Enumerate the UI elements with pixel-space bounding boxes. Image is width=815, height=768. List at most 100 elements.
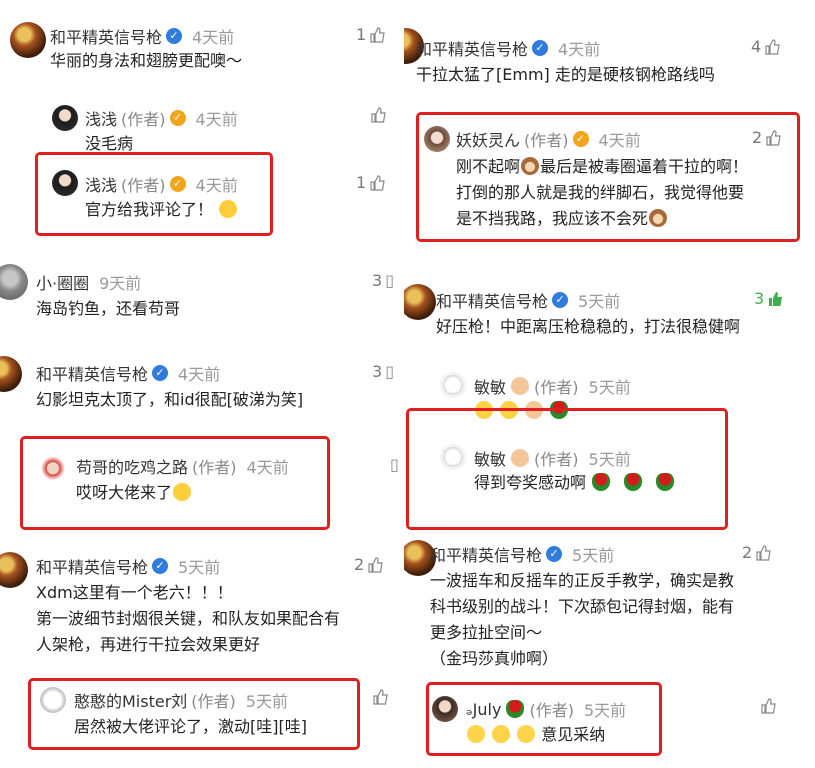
author-tag: (作者) <box>121 110 166 129</box>
reply-text: 官方给我评论了！ <box>85 200 214 219</box>
like-button[interactable]: 3 ▯ <box>372 271 394 290</box>
commenter-name[interactable]: 和平精英信号枪 <box>430 542 542 566</box>
reply-author-name[interactable]: 苟哥的吃鸡之路 <box>76 454 188 478</box>
thumb-up-icon: ▯ <box>385 362 394 381</box>
reply-text: 居然被大佬评论了，激动[哇][哇] <box>74 717 307 736</box>
avatar[interactable] <box>0 552 28 588</box>
like-button[interactable]: 1 <box>356 25 385 44</box>
commenter-name[interactable]: 和平精英信号枪 <box>436 288 548 312</box>
person-emoji-icon <box>511 449 530 467</box>
comment-panel-6: 和平精英信号枪 ✓ 5天前 2 一波摇车和反摇车的正反手教学，确实是教 科书级别… <box>404 536 815 768</box>
author-badge-icon: ✓ <box>169 176 186 192</box>
like-button[interactable]: ▯ <box>390 455 398 474</box>
timestamp: 5天前 <box>178 558 221 577</box>
like-count: 2 <box>354 555 365 574</box>
comment-text: 华丽的身法和翅膀更配噢～ <box>50 51 243 70</box>
reply-text-line: 刚不起啊 <box>456 157 521 176</box>
like-button[interactable]: 3 ▯ <box>372 362 394 381</box>
like-button[interactable]: 1 <box>356 173 385 192</box>
rose-emoji-icon <box>656 473 675 491</box>
author-tag: (作者) <box>529 701 574 720</box>
like-count: 1 <box>356 25 367 44</box>
commenter-name[interactable]: 和平精英信号枪 <box>50 24 162 48</box>
author-tag: (作者) <box>534 450 579 469</box>
reply-author-name[interactable]: 敏敏 <box>474 446 506 470</box>
like-count: 2 <box>752 128 763 147</box>
comment-panel-4: 和平精英信号枪 ✓ 5天前 3 好压枪！中距离压枪稳稳的，打法很稳健啊 敏敏 (… <box>404 270 815 536</box>
like-button[interactable]: 3 <box>754 289 783 308</box>
avatar[interactable] <box>0 264 28 300</box>
timestamp: 4天前 <box>178 365 221 384</box>
like-button[interactable]: 2 <box>742 543 771 562</box>
timestamp: 4天前 <box>558 40 601 59</box>
grinning-emoji-icon <box>492 725 511 743</box>
avatar[interactable] <box>440 444 466 470</box>
thumb-up-icon: ▯ <box>385 271 394 290</box>
thumb-up-icon <box>372 689 388 705</box>
avatar[interactable] <box>52 105 78 131</box>
person-emoji-icon <box>511 377 530 395</box>
timestamp: 4天前 <box>246 458 289 477</box>
thumb-up-icon <box>764 38 780 55</box>
comment-text-line: 人架枪，再进行干拉会效果更好 <box>36 635 261 654</box>
commenter-name[interactable]: 小·圈圈 <box>36 270 89 294</box>
author-badge-icon: ✓ <box>169 110 186 126</box>
commenter-name[interactable]: 和平精英信号枪 <box>36 361 148 385</box>
rose-emoji-icon <box>624 473 643 491</box>
author-badge-icon: ✓ <box>572 131 589 147</box>
comment-text-line: Xdm这里有一个老六！！！ <box>36 583 233 602</box>
commenter-name[interactable]: 和平精英信号枪 <box>36 554 148 578</box>
reply-author-name[interactable]: 浅浅 <box>85 106 117 130</box>
timestamp: 5天前 <box>583 701 627 720</box>
like-count: 4 <box>751 37 762 56</box>
thumb-up-icon: ▯ <box>390 455 398 474</box>
avatar[interactable] <box>52 170 78 196</box>
monkey-emoji-icon <box>521 157 540 175</box>
like-button[interactable]: 2 <box>354 555 383 574</box>
avatar[interactable] <box>440 372 466 398</box>
comment-text: 海岛钓鱼，还看苟哥 <box>36 299 181 318</box>
comment-text-line: 科书级别的战斗！下次舔包记得封烟，能有 <box>430 597 735 616</box>
rose-emoji-icon <box>592 473 611 491</box>
like-button[interactable]: 4 <box>751 37 780 56</box>
avatar[interactable] <box>432 696 458 722</box>
reply-text: 得到夸奖感动啊 <box>474 473 587 492</box>
avatar[interactable] <box>404 284 436 320</box>
avatar[interactable] <box>424 126 450 152</box>
reply-author-name[interactable]: 敏敏 <box>474 374 506 398</box>
like-count: 2 <box>742 543 753 562</box>
like-button[interactable]: 2 <box>752 128 781 147</box>
verified-icon: ✓ <box>166 28 183 44</box>
timestamp: 5天前 <box>572 546 615 565</box>
thumb-up-filled-icon <box>767 291 783 307</box>
like-count: 3 <box>372 362 383 381</box>
like-button[interactable] <box>760 698 776 714</box>
thumb-up-icon <box>760 698 776 714</box>
verified-icon: ✓ <box>546 546 563 562</box>
like-button[interactable] <box>370 107 386 123</box>
reply-author-name[interactable]: ₔJuly <box>466 700 501 719</box>
reply-author-name[interactable]: 妖妖灵ん <box>456 127 520 151</box>
like-count: 1 <box>356 173 367 192</box>
thumb-up-icon <box>755 544 771 561</box>
bouquet-emoji-icon <box>506 700 525 718</box>
comment-text-line: 更多拉扯空间～ <box>430 623 543 642</box>
verified-icon: ✓ <box>152 558 169 574</box>
avatar[interactable] <box>10 22 46 58</box>
comment-text: 幻影坦克太顶了，和id很配[破涕为笑] <box>36 390 304 409</box>
grinning-emoji-icon <box>517 725 536 743</box>
reply-author-name[interactable]: 憨憨的Mister刘 <box>74 688 187 712</box>
avatar[interactable] <box>40 454 66 480</box>
comment-text-line: 一波摇车和反摇车的正反手教学，确实是教 <box>430 571 735 590</box>
like-button[interactable] <box>372 689 388 705</box>
heart-eyes-emoji-icon <box>219 200 238 218</box>
reply-author-name[interactable]: 浅浅 <box>85 172 117 196</box>
author-tag: (作者) <box>534 378 579 397</box>
avatar[interactable] <box>0 356 22 392</box>
commenter-name[interactable]: 和平精英信号枪 <box>416 36 528 60</box>
thumb-up-icon <box>369 26 385 43</box>
timestamp: 4天前 <box>195 176 238 195</box>
laughing-emoji-icon <box>173 483 192 501</box>
avatar[interactable] <box>40 687 66 713</box>
comment-text: 好压枪！中距离压枪稳稳的，打法很稳健啊 <box>436 317 741 336</box>
